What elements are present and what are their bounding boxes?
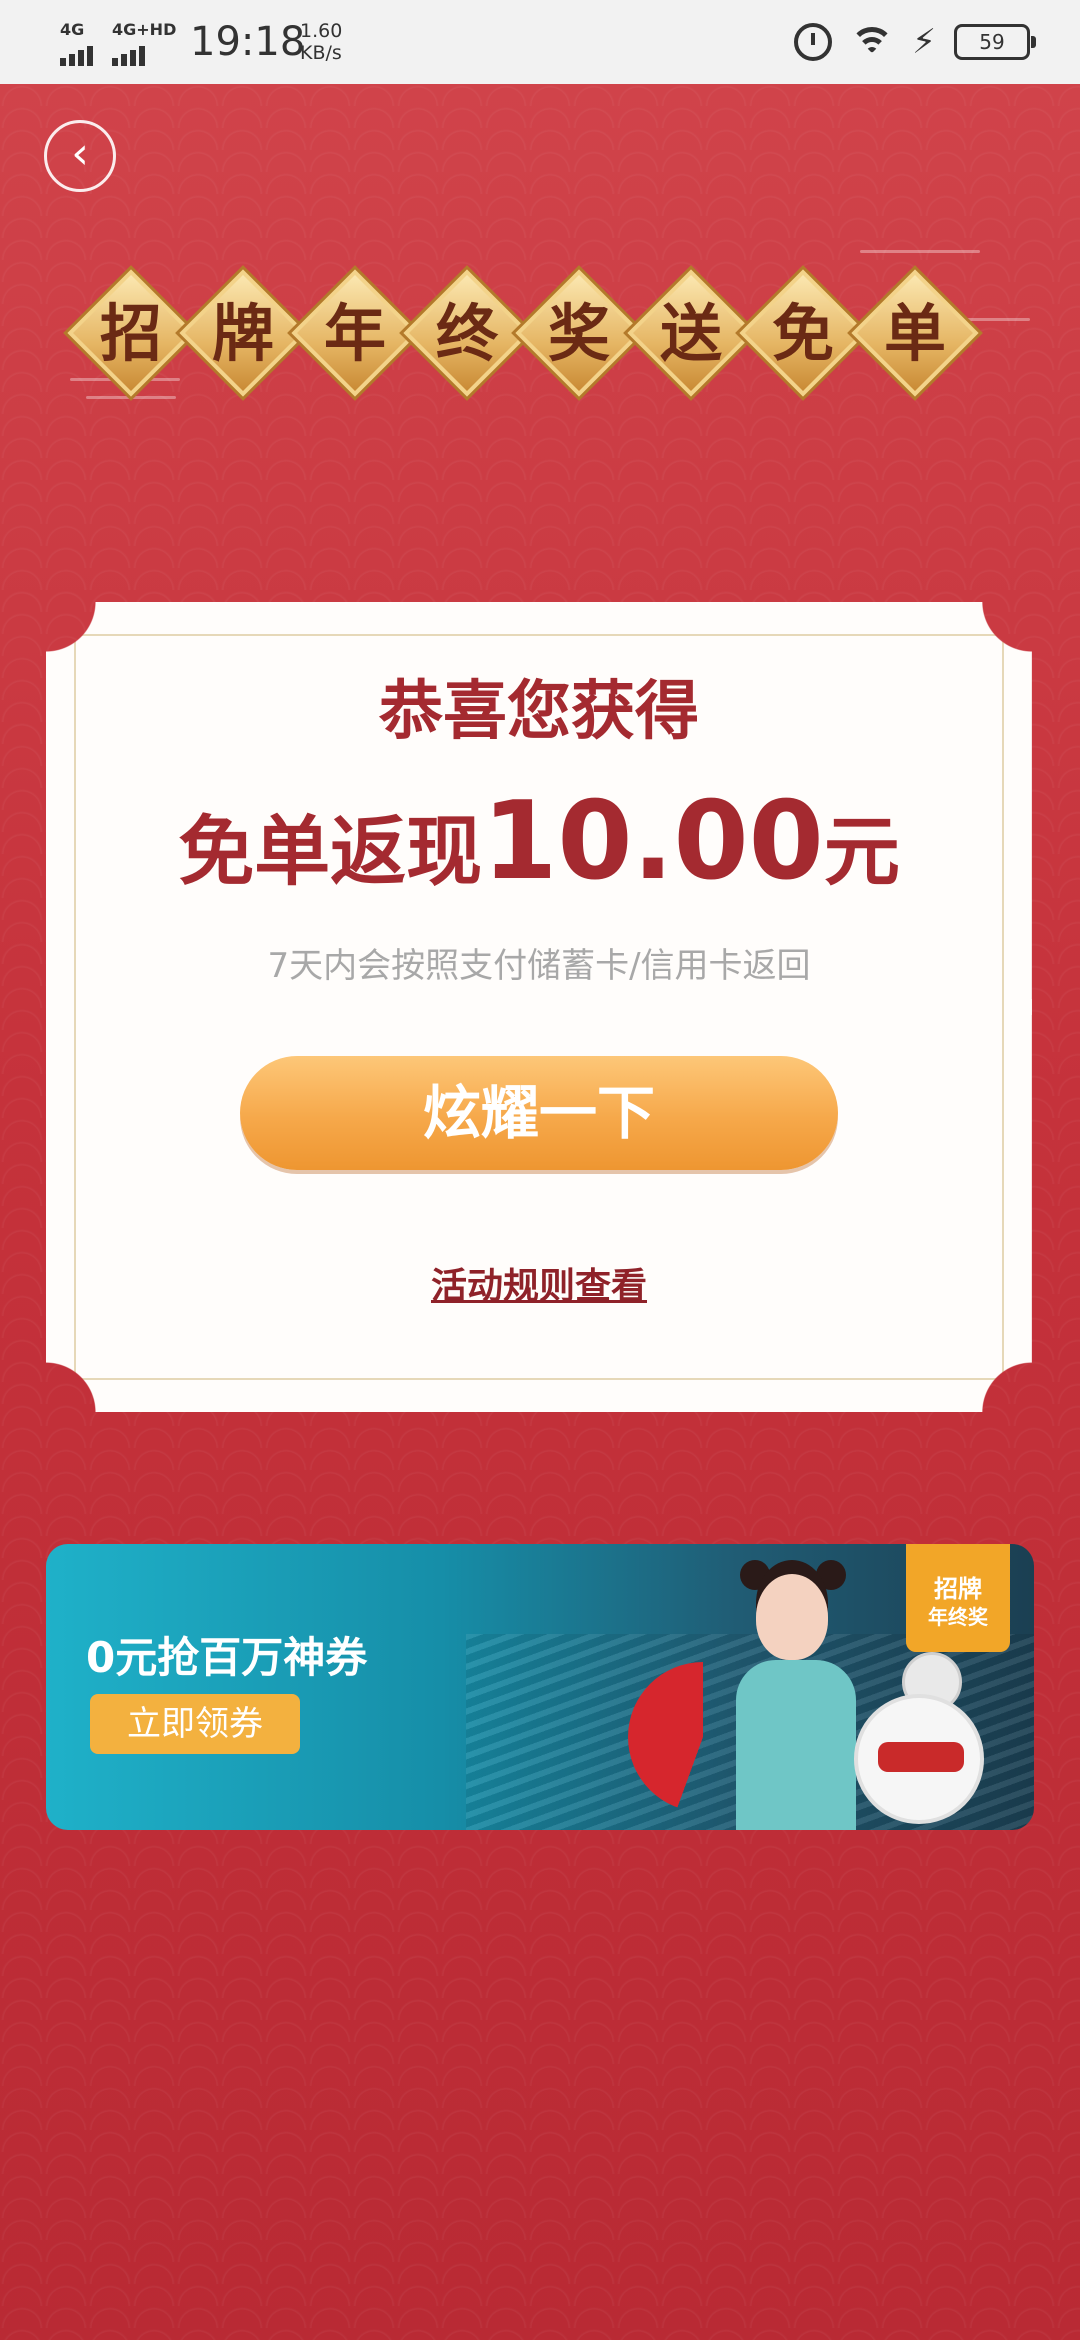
cellular-signal-1: 4G: [60, 22, 93, 66]
title-tile: 招: [73, 270, 189, 400]
network-type-2: 4G+HD: [112, 20, 177, 39]
mascot-image: [854, 1694, 984, 1824]
prize-unit: 元: [823, 807, 900, 896]
prize-amount-line: 免单返现10.00元: [46, 782, 1032, 933]
battery-icon: 59: [954, 24, 1036, 60]
title-tile: 送: [633, 270, 749, 400]
prize-card: 恭喜您获得 免单返现10.00元 7天内会按照支付储蓄卡/信用卡返回 炫耀一下 …: [46, 602, 1032, 1412]
refund-note: 7天内会按照支付储蓄卡/信用卡返回: [267, 946, 811, 986]
title-tile: 奖: [521, 270, 637, 400]
congrats-heading: 恭喜您获得: [379, 675, 699, 749]
prize-amount: 10.00: [482, 779, 824, 904]
speed-value: 1.60: [300, 20, 343, 42]
network-type-1: 4G: [60, 20, 85, 39]
wifi-icon: [850, 25, 895, 59]
title-tile: 年: [297, 270, 413, 400]
decorative-line: [860, 250, 980, 253]
chevron-left-icon: ‹: [71, 128, 89, 179]
network-speed: 1.60 KB/s: [300, 20, 342, 64]
page-title: 招 牌 年 终 奖 送 免 单: [73, 270, 973, 400]
promo-banner[interactable]: 招牌 年终奖 0元抢百万神券 立即领券: [46, 1544, 1034, 1830]
speed-unit: KB/s: [300, 42, 342, 64]
prize-prefix: 免单返现: [178, 807, 483, 896]
title-tile: 免: [745, 270, 861, 400]
claim-coupon-button[interactable]: 立即领券: [90, 1694, 300, 1754]
show-off-button[interactable]: 炫耀一下: [240, 1056, 838, 1170]
event-badge: 招牌 年终奖: [906, 1544, 1010, 1652]
cellular-signal-2: 4G+HD: [112, 22, 176, 66]
status-icons: ⚡ 59: [794, 18, 1036, 66]
charging-icon: ⚡: [912, 22, 936, 62]
clock: 19:18: [190, 19, 306, 65]
banner-title: 0元抢百万神券: [86, 1633, 368, 1682]
back-button[interactable]: ‹: [44, 120, 116, 192]
rules-link[interactable]: 活动规则查看: [431, 1266, 647, 1307]
title-tile: 牌: [185, 270, 301, 400]
signal-bars-icon: [60, 44, 93, 66]
title-tile: 单: [857, 270, 973, 400]
spokesperson-image: [716, 1560, 876, 1830]
rules-link-row: 活动规则查看: [46, 1262, 1032, 1312]
alarm-icon: [794, 23, 833, 61]
status-bar: 4G 4G+HD 19:18 1.60 KB/s ⚡ 59: [0, 0, 1080, 84]
signal-bars-icon: [112, 44, 176, 66]
title-tile: 终: [409, 270, 525, 400]
